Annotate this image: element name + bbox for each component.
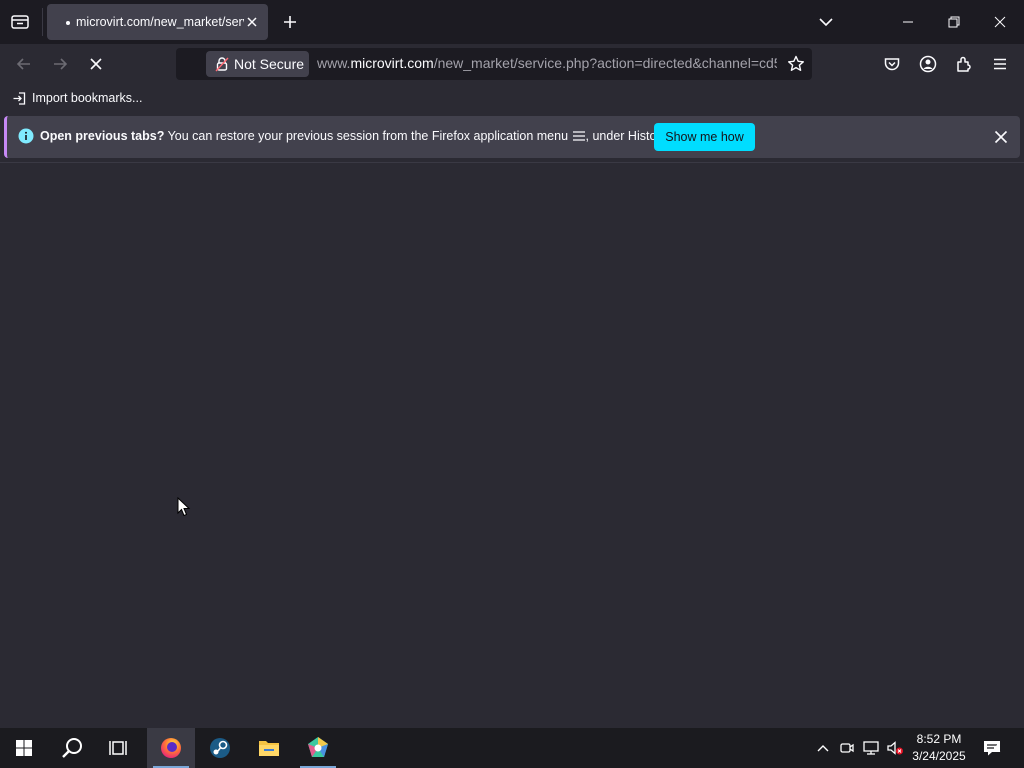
not-secure-indicator[interactable]: Not Secure — [206, 51, 309, 77]
notification-close-icon[interactable] — [991, 127, 1011, 147]
notification-count-badge: 2 — [995, 744, 1001, 755]
nav-toolbar: Not Secure www.microvirt.com/new_market/… — [0, 44, 1024, 84]
url-domain: microvirt.com — [350, 55, 434, 71]
system-clock[interactable]: 8:52 PM 3/24/2025 — [904, 731, 974, 765]
show-me-how-button[interactable]: Show me how — [654, 123, 755, 151]
volume-muted-icon[interactable] — [885, 738, 905, 758]
back-icon[interactable] — [14, 54, 34, 74]
restore-session-notification: Open previous tabs? You can restore your… — [4, 116, 1020, 158]
url-path: /new_market/service.php?action=directed&… — [433, 55, 777, 71]
minimize-icon[interactable] — [898, 12, 918, 32]
windows-taskbar: 8:52 PM 3/24/2025 — [0, 728, 1024, 768]
url-text[interactable]: www.microvirt.com/new_market/service.php… — [317, 55, 777, 71]
clock-time: 8:52 PM — [916, 732, 962, 746]
network-icon[interactable] — [861, 738, 881, 758]
file-explorer-icon[interactable] — [245, 728, 293, 768]
title-bar: microvirt.com/new_market/service.php — [0, 0, 1024, 44]
import-icon — [12, 91, 27, 106]
firefox-view-icon[interactable] — [8, 11, 32, 33]
insecure-lock-icon — [214, 56, 230, 72]
info-icon — [18, 128, 34, 144]
clock-date: 3/24/2025 — [912, 749, 966, 763]
page-content[interactable] — [0, 163, 1024, 728]
mouse-cursor-icon — [177, 497, 191, 517]
new-tab-icon[interactable] — [280, 12, 300, 32]
bookmarks-toolbar: Import bookmarks... — [0, 84, 1024, 112]
stop-loading-icon[interactable] — [86, 54, 106, 74]
search-icon[interactable] — [48, 728, 96, 768]
tab-active[interactable]: microvirt.com/new_market/service.php — [47, 4, 268, 40]
meet-now-icon[interactable] — [838, 738, 856, 758]
app-menu-icon[interactable] — [990, 54, 1010, 74]
import-bookmarks-label: Import bookmarks... — [32, 91, 143, 105]
notification-message: Open previous tabs? You can restore your… — [40, 129, 669, 143]
tab-close-icon[interactable] — [245, 15, 259, 29]
not-secure-label: Not Secure — [234, 56, 305, 72]
account-icon[interactable] — [918, 54, 938, 74]
notification-title: Open previous tabs? — [40, 129, 165, 143]
restore-icon[interactable] — [944, 12, 964, 32]
loading-dot-icon — [66, 21, 70, 25]
tab-title: microvirt.com/new_market/service.php — [76, 15, 244, 29]
steam-icon[interactable] — [196, 728, 244, 768]
hamburger-menu-icon — [572, 130, 586, 142]
task-view-icon[interactable] — [96, 728, 144, 768]
start-icon[interactable] — [0, 728, 48, 768]
bookmark-star-icon[interactable] — [786, 54, 806, 74]
show-hidden-icons-icon[interactable] — [814, 738, 832, 758]
list-all-tabs-icon[interactable] — [816, 12, 836, 32]
pocket-icon[interactable] — [882, 54, 902, 74]
import-bookmarks-button[interactable]: Import bookmarks... — [12, 89, 142, 107]
firefox-icon[interactable] — [147, 728, 195, 768]
memu-icon[interactable] — [294, 728, 342, 768]
extensions-icon[interactable] — [954, 54, 974, 74]
close-window-icon[interactable] — [990, 12, 1010, 32]
url-bar[interactable]: Not Secure www.microvirt.com/new_market/… — [176, 48, 812, 80]
url-prefix: www. — [317, 55, 351, 71]
forward-icon[interactable] — [50, 54, 70, 74]
notification-text: You can restore your previous session fr… — [167, 129, 569, 143]
tab-divider — [42, 8, 43, 36]
